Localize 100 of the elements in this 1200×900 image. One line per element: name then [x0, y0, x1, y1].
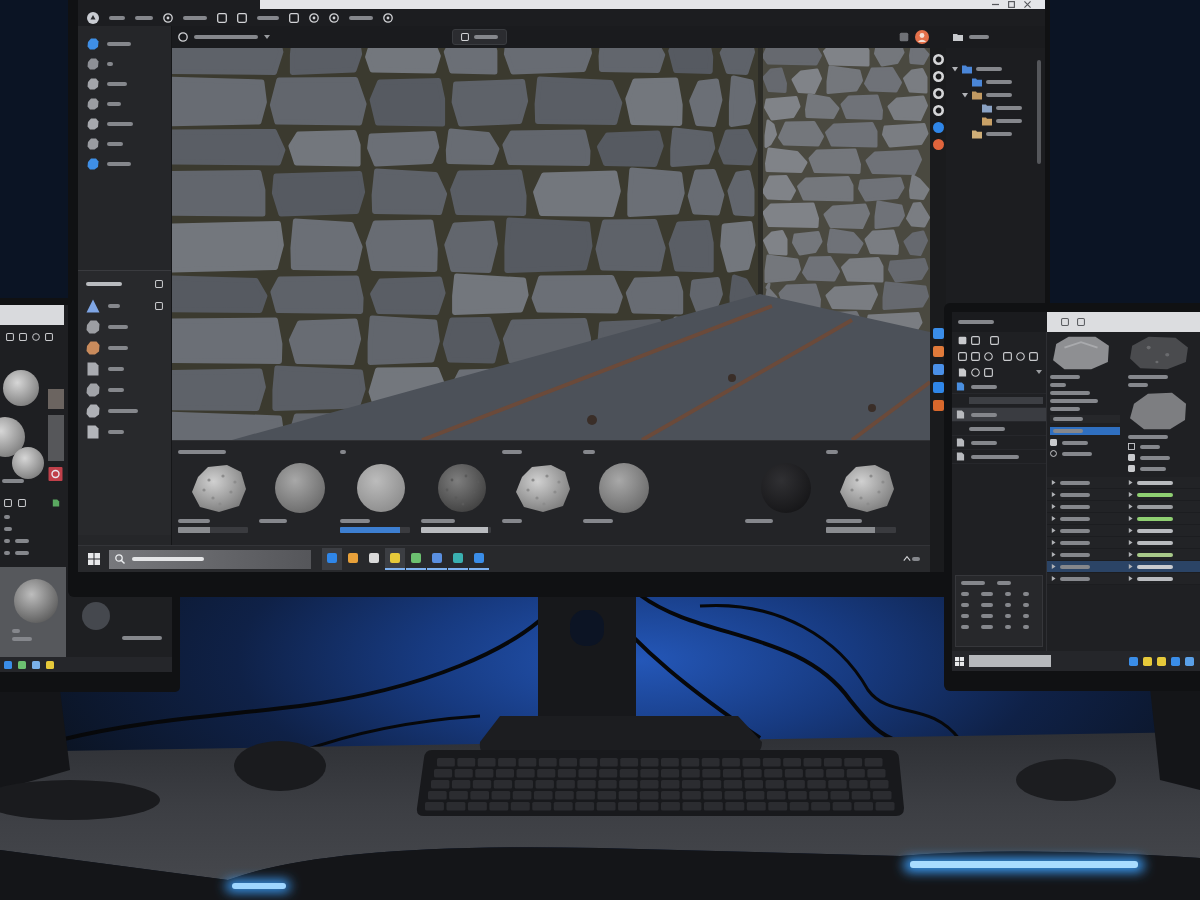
app-icon[interactable]	[4, 660, 12, 669]
app-logo-icon[interactable]	[87, 11, 99, 24]
caret-icon[interactable]	[1051, 564, 1056, 569]
folder-icon[interactable]	[982, 115, 992, 126]
rock-icon[interactable]	[189, 462, 249, 514]
maximize-icon[interactable]	[1008, 1, 1015, 8]
folder-icon[interactable]	[982, 102, 992, 113]
app-icon[interactable]	[18, 660, 26, 669]
caret-icon[interactable]	[1051, 552, 1056, 557]
app-icon[interactable]	[32, 660, 40, 669]
dot-icon[interactable]	[932, 122, 944, 133]
ring-icon[interactable]	[932, 54, 944, 65]
folder-icon[interactable]	[962, 63, 972, 74]
square-icon[interactable]	[932, 400, 944, 411]
app-icon[interactable]	[1185, 656, 1194, 666]
stone-icon[interactable]	[87, 78, 99, 90]
rock-icon[interactable]	[1050, 335, 1112, 371]
triangle-icon[interactable]	[86, 298, 100, 313]
caret-icon[interactable]	[1128, 564, 1133, 569]
stone-icon[interactable]	[87, 58, 99, 70]
option-row[interactable]	[1050, 415, 1120, 423]
stone-icon[interactable]	[87, 98, 99, 110]
caret-icon[interactable]	[1128, 516, 1133, 521]
ring-icon[interactable]	[932, 88, 944, 99]
ring-icon[interactable]	[329, 12, 339, 23]
rock-icon[interactable]	[513, 462, 573, 514]
start-icon[interactable]	[955, 656, 964, 666]
list-item[interactable]	[952, 436, 1046, 450]
close-icon[interactable]	[1024, 1, 1031, 8]
ring-icon[interactable]	[1016, 351, 1025, 361]
property-row[interactable]	[1047, 561, 1200, 573]
stone-icon[interactable]	[87, 38, 99, 50]
rock-icon[interactable]	[1128, 391, 1188, 431]
minimize-icon[interactable]	[992, 1, 999, 8]
app-icon[interactable]	[1171, 656, 1180, 666]
caret-icon[interactable]	[1051, 492, 1056, 497]
scrollbar[interactable]	[1037, 60, 1041, 164]
caret-icon[interactable]	[1051, 516, 1056, 521]
stone-icon[interactable]	[86, 382, 100, 397]
square-icon[interactable]	[932, 346, 944, 357]
caret-icon[interactable]	[1051, 576, 1056, 581]
list-item[interactable]	[952, 408, 1046, 422]
caret-icon[interactable]	[962, 91, 968, 98]
caret-icon[interactable]	[1128, 576, 1133, 581]
stone-icon[interactable]	[87, 158, 99, 170]
ring-icon[interactable]	[383, 12, 393, 23]
caret-icon[interactable]	[1128, 504, 1133, 509]
caret-icon[interactable]	[264, 35, 270, 39]
document-icon[interactable]	[52, 499, 60, 507]
page-icon[interactable]	[86, 361, 100, 376]
caret-icon[interactable]	[1128, 528, 1133, 533]
folder-icon[interactable]	[972, 128, 982, 139]
list-item[interactable]	[952, 380, 1046, 394]
view-mode-button[interactable]	[452, 29, 507, 45]
app-icon[interactable]	[48, 467, 63, 481]
stone-icon[interactable]	[86, 340, 100, 355]
folder-icon[interactable]	[972, 76, 982, 87]
caret-icon[interactable]	[1128, 552, 1133, 557]
avatar-icon[interactable]	[915, 30, 929, 44]
app-icon[interactable]	[1143, 656, 1152, 666]
ring-icon[interactable]	[1050, 450, 1057, 457]
caret-icon[interactable]	[1051, 480, 1056, 485]
texture-thumbnail[interactable]	[48, 415, 64, 461]
caret-icon[interactable]	[952, 65, 958, 72]
caret-icon[interactable]	[1128, 540, 1133, 545]
ring-icon[interactable]	[178, 32, 188, 42]
page-icon[interactable]	[86, 424, 100, 439]
list-item[interactable]	[952, 450, 1046, 464]
ring-icon[interactable]	[163, 12, 173, 23]
stone-icon[interactable]	[87, 138, 99, 150]
caret-icon[interactable]	[1051, 504, 1056, 509]
folder-icon[interactable]	[953, 32, 963, 42]
square-icon[interactable]	[932, 364, 944, 375]
dot-icon[interactable]	[932, 139, 944, 150]
square-icon[interactable]	[932, 328, 944, 339]
input-field[interactable]	[969, 397, 1043, 404]
square-icon[interactable]	[932, 382, 944, 393]
caret-icon[interactable]	[1051, 540, 1056, 545]
ring-icon[interactable]	[309, 12, 319, 23]
rock-icon[interactable]	[837, 462, 897, 514]
square-icon[interactable]	[1061, 318, 1069, 326]
folder-icon[interactable]	[972, 89, 982, 100]
stone-icon[interactable]	[86, 403, 100, 418]
square-icon[interactable]	[958, 335, 967, 345]
ring-icon[interactable]	[932, 105, 944, 116]
network-icon[interactable]	[903, 555, 911, 563]
stone-icon[interactable]	[87, 118, 99, 130]
taskbar-button[interactable]	[385, 548, 405, 570]
app-icon[interactable]	[1157, 656, 1166, 666]
square-icon[interactable]	[1077, 318, 1085, 326]
search-field[interactable]	[969, 655, 1051, 667]
caret-icon[interactable]	[1051, 528, 1056, 533]
app-icon[interactable]	[46, 660, 54, 669]
caret-icon[interactable]	[1128, 480, 1133, 485]
ring-icon[interactable]	[32, 333, 40, 341]
stone-icon[interactable]	[86, 319, 100, 334]
caret-icon[interactable]	[1128, 492, 1133, 497]
ring-icon[interactable]	[932, 71, 944, 82]
caret-icon[interactable]	[1036, 370, 1042, 374]
search-field[interactable]	[109, 549, 311, 569]
